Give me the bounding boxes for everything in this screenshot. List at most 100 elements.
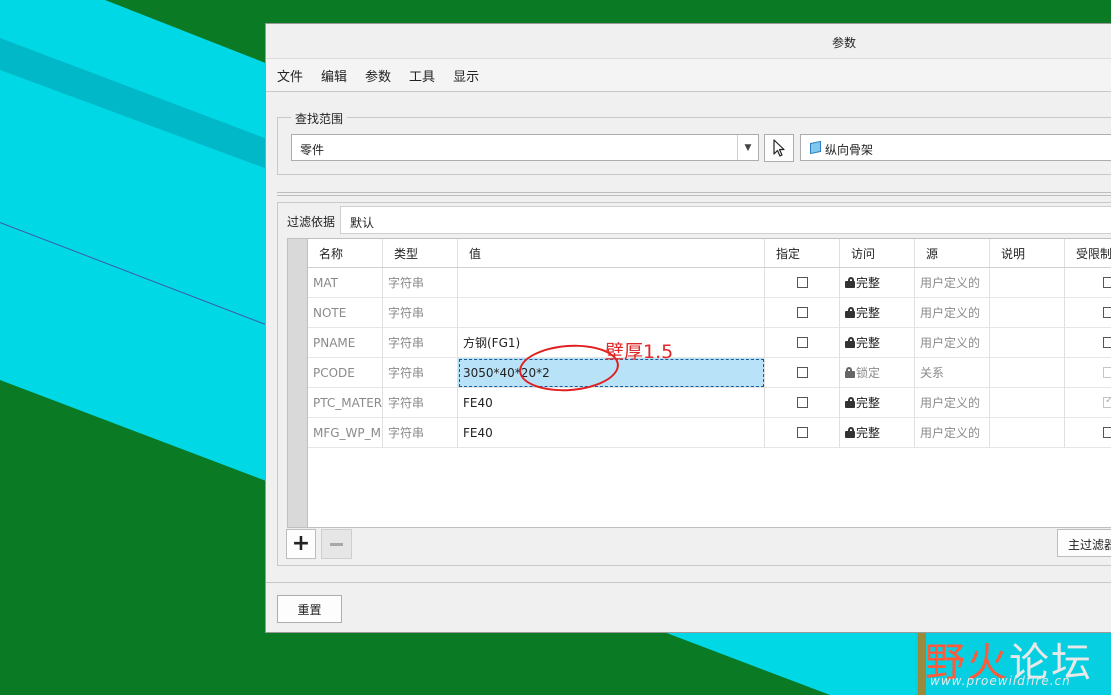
- param-type[interactable]: 字符串: [383, 358, 458, 388]
- scope-object-field[interactable]: 纵向骨架: [800, 134, 1111, 161]
- param-name[interactable]: MAT: [308, 268, 383, 298]
- param-name[interactable]: PTC_MATERIAL: [308, 388, 383, 418]
- param-name[interactable]: NOTE: [308, 298, 383, 328]
- menu-display[interactable]: 显示: [453, 66, 479, 85]
- designate-cell: [765, 358, 840, 388]
- param-value[interactable]: [458, 298, 765, 328]
- menu-bar: 文件 编辑 参数 工具 显示: [266, 59, 1111, 92]
- select-object-button[interactable]: [764, 134, 794, 162]
- param-description[interactable]: [990, 358, 1065, 388]
- param-value[interactable]: [458, 268, 765, 298]
- param-description[interactable]: [990, 298, 1065, 328]
- access-cell[interactable]: 完整: [840, 298, 915, 328]
- param-source: 用户定义的: [915, 388, 990, 418]
- column-header-access[interactable]: 访问: [840, 239, 915, 267]
- parameter-table: 名称 类型 值 指定 访问 源 说明 受限制 MAT 字符串 完整 用户定义的 …: [287, 238, 1111, 528]
- param-type[interactable]: 字符串: [383, 268, 458, 298]
- param-type[interactable]: 字符串: [383, 418, 458, 448]
- column-header-restricted[interactable]: 受限制: [1065, 239, 1111, 267]
- window-title: 参数: [832, 36, 857, 50]
- designate-checkbox[interactable]: [797, 277, 808, 288]
- unlocked-icon: [845, 397, 855, 408]
- restricted-cell: [1065, 418, 1111, 448]
- param-type[interactable]: 字符串: [383, 388, 458, 418]
- cursor-arrow-icon: [773, 139, 785, 157]
- param-description[interactable]: [990, 268, 1065, 298]
- restricted-checkbox-checked: [1103, 395, 1111, 408]
- column-header-description[interactable]: 说明: [990, 239, 1065, 267]
- restricted-checkbox[interactable]: [1103, 307, 1111, 318]
- filter-dropdown[interactable]: 默认: [340, 206, 1111, 234]
- add-parameter-button[interactable]: +: [286, 529, 316, 559]
- menu-tools[interactable]: 工具: [409, 66, 435, 85]
- column-header-value[interactable]: 值: [458, 239, 765, 267]
- restricted-checkbox[interactable]: [1103, 277, 1111, 288]
- unlocked-icon: [845, 277, 855, 288]
- access-cell[interactable]: 完整: [840, 328, 915, 358]
- minus-icon: [330, 542, 343, 546]
- restricted-cell: [1065, 388, 1111, 418]
- param-source: 用户定义的: [915, 268, 990, 298]
- main-filter-button[interactable]: 主过滤器: [1057, 529, 1111, 557]
- access-cell[interactable]: 完整: [840, 418, 915, 448]
- param-value[interactable]: FE40: [458, 418, 765, 448]
- annotation-text: 壁厚1.5: [605, 341, 674, 363]
- access-cell[interactable]: 锁定: [840, 358, 915, 388]
- unlocked-icon: [845, 337, 855, 348]
- locked-icon: [845, 367, 855, 378]
- column-header-source[interactable]: 源: [915, 239, 990, 267]
- designate-checkbox[interactable]: [797, 427, 808, 438]
- param-source: 用户定义的: [915, 298, 990, 328]
- designate-cell: [765, 388, 840, 418]
- designate-cell: [765, 418, 840, 448]
- section-splitter[interactable]: [277, 192, 1111, 196]
- column-header-name[interactable]: 名称: [308, 239, 383, 267]
- restricted-checkbox: [1103, 367, 1111, 378]
- param-name[interactable]: MFG_WP_M: [308, 418, 383, 448]
- param-source: 用户定义的: [915, 418, 990, 448]
- param-value[interactable]: FE40: [458, 388, 765, 418]
- footer-divider: [266, 582, 1111, 583]
- scope-type-value: 零件: [300, 143, 325, 157]
- restricted-cell: [1065, 358, 1111, 388]
- scope-object-value: 纵向骨架: [825, 143, 874, 157]
- restricted-cell: [1065, 328, 1111, 358]
- param-type[interactable]: 字符串: [383, 328, 458, 358]
- access-value: 完整: [856, 396, 881, 410]
- designate-checkbox[interactable]: [797, 397, 808, 408]
- param-type[interactable]: 字符串: [383, 298, 458, 328]
- title-bar[interactable]: 参数: [266, 24, 1111, 59]
- parameters-dialog: 参数 文件 编辑 参数 工具 显示 查找范围 零件 ▼ 纵向骨架 过滤依据 默认…: [265, 23, 1111, 633]
- access-value: 完整: [856, 306, 881, 320]
- restricted-checkbox[interactable]: [1103, 337, 1111, 348]
- reset-button[interactable]: 重置: [277, 595, 342, 623]
- access-cell[interactable]: 完整: [840, 268, 915, 298]
- scope-label: 查找范围: [291, 110, 348, 127]
- designate-cell: [765, 328, 840, 358]
- part-icon: [810, 140, 821, 155]
- param-name[interactable]: PCODE: [308, 358, 383, 388]
- param-name[interactable]: PNAME: [308, 328, 383, 358]
- param-description[interactable]: [990, 328, 1065, 358]
- filter-label: 过滤依据: [287, 215, 336, 229]
- unlocked-icon: [845, 307, 855, 318]
- designate-cell: [765, 268, 840, 298]
- row-header-column: [288, 239, 308, 527]
- access-cell[interactable]: 完整: [840, 388, 915, 418]
- access-value: 锁定: [856, 366, 881, 380]
- menu-parameters[interactable]: 参数: [365, 66, 391, 85]
- designate-checkbox[interactable]: [797, 367, 808, 378]
- column-header-designate[interactable]: 指定: [765, 239, 840, 267]
- scope-type-dropdown[interactable]: 零件 ▼: [291, 134, 759, 161]
- param-description[interactable]: [990, 388, 1065, 418]
- designate-checkbox[interactable]: [797, 337, 808, 348]
- dropdown-arrow-icon[interactable]: ▼: [737, 135, 758, 160]
- designate-checkbox[interactable]: [797, 307, 808, 318]
- restricted-checkbox[interactable]: [1103, 427, 1111, 438]
- param-description[interactable]: [990, 418, 1065, 448]
- menu-edit[interactable]: 编辑: [321, 66, 347, 85]
- param-source: 用户定义的: [915, 328, 990, 358]
- access-value: 完整: [856, 336, 881, 350]
- column-header-type[interactable]: 类型: [383, 239, 458, 267]
- menu-file[interactable]: 文件: [277, 66, 303, 85]
